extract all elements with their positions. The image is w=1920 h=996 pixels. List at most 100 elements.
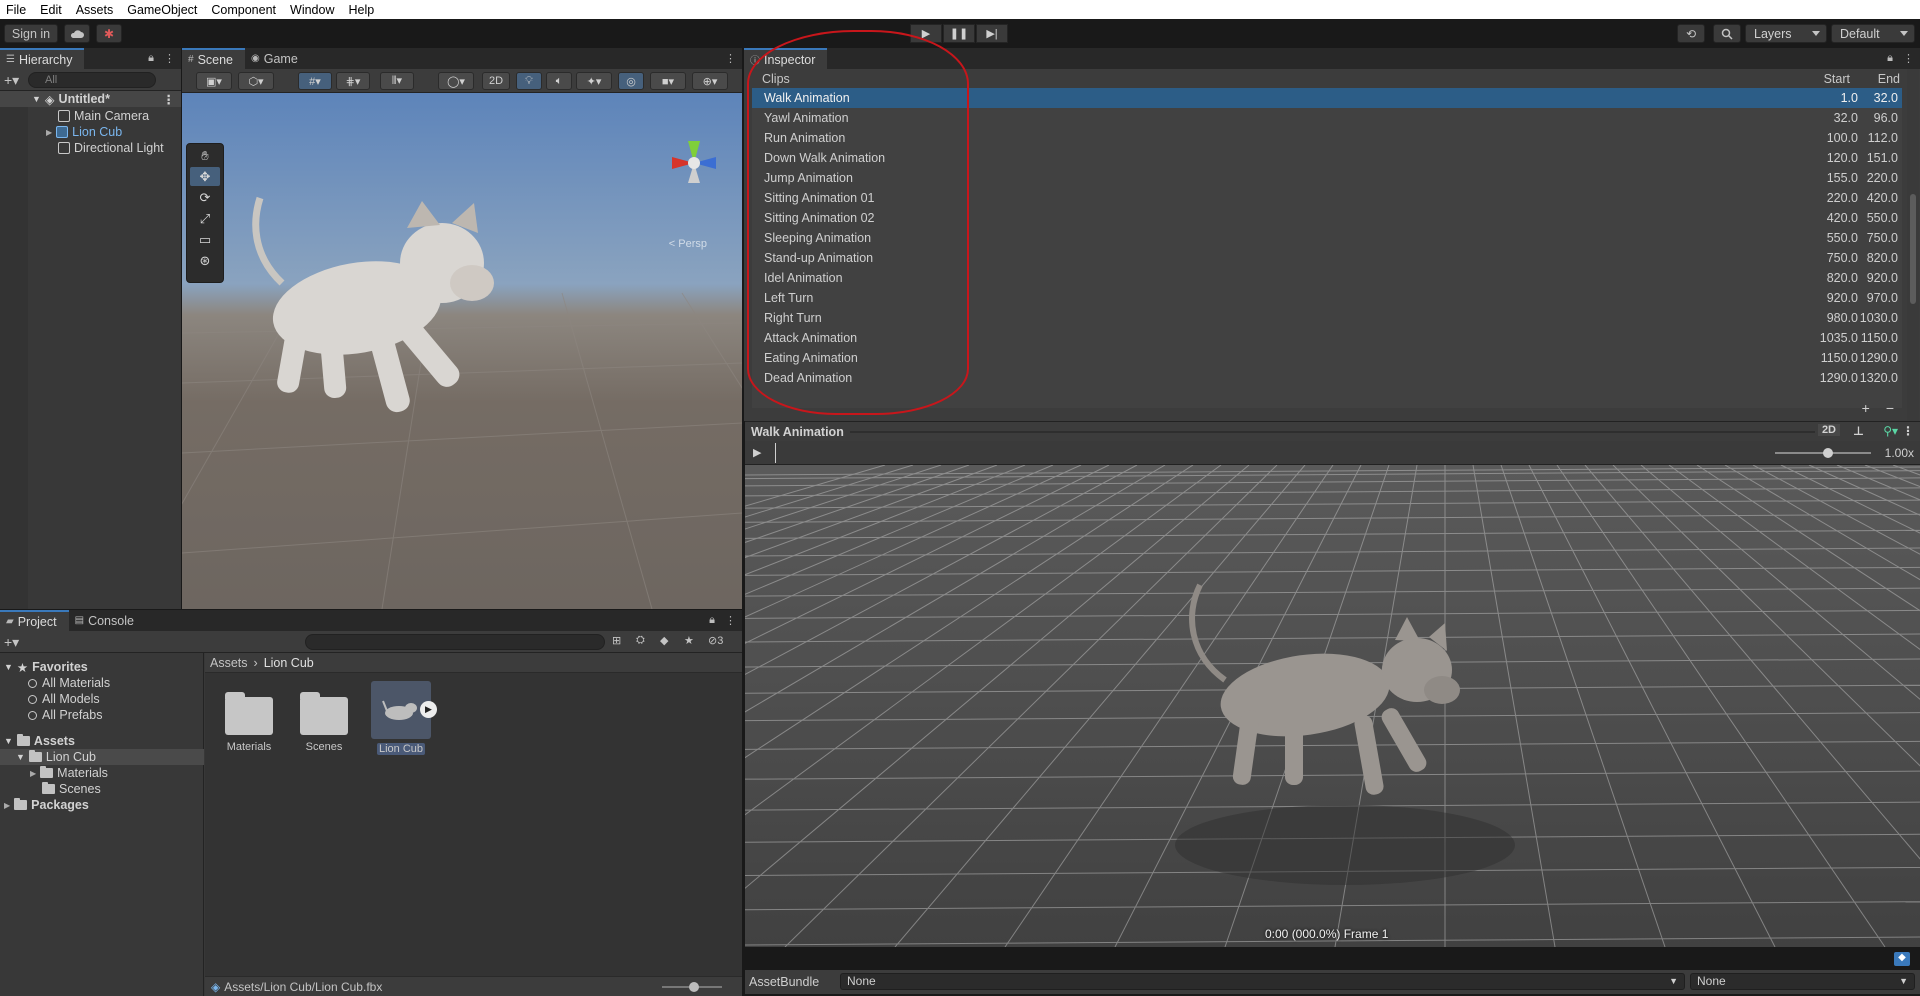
add-icon[interactable]: +▾ xyxy=(4,634,19,651)
label-icon[interactable]: ◆ xyxy=(660,634,668,647)
audio-toggle[interactable]: 🔈︎ xyxy=(546,72,572,90)
tab-hierarchy[interactable]: ☰ Hierarchy xyxy=(0,48,85,69)
scale-tool-icon[interactable]: ⤢ xyxy=(190,209,220,228)
packages-row[interactable]: ▶ Packages xyxy=(0,797,204,813)
cloud-button[interactable] xyxy=(64,24,90,43)
inspector-scrollbar[interactable] xyxy=(1907,69,1919,421)
asset-scenes-folder[interactable]: Scenes xyxy=(292,687,356,777)
assetbundle-name-dropdown[interactable]: None ▼ xyxy=(840,973,1685,990)
scrollbar-thumb[interactable] xyxy=(1910,194,1916,304)
snap-increment-button[interactable]: ⋕▾ xyxy=(336,72,370,90)
animation-preview-viewport[interactable]: 0:00 (000.0%) Frame 1 xyxy=(745,465,1920,947)
clip-row[interactable]: Sitting Animation 02 420.0 550.0 xyxy=(752,208,1902,228)
breadcrumb-lion-cub[interactable]: Lion Cub xyxy=(264,656,314,670)
transform-tool-icon[interactable]: ⊛ xyxy=(190,251,220,270)
rect-tool-icon[interactable]: ▭ xyxy=(190,230,220,249)
tab-project[interactable]: ▰ Project xyxy=(0,610,69,631)
lock-icon[interactable]: 🔒︎ xyxy=(709,614,715,627)
add-clip-button[interactable]: + xyxy=(1862,400,1870,416)
tab-game[interactable]: ◉ Game xyxy=(245,48,310,69)
menu-gameobject[interactable]: GameObject xyxy=(121,3,205,17)
orientation-gizmo[interactable] xyxy=(664,133,724,193)
assetbundle-variant-dropdown[interactable]: None ▼ xyxy=(1690,973,1915,990)
hidden-packages-toggle[interactable]: ⊘3 xyxy=(708,634,723,647)
tab-inspector[interactable]: ⓘ Inspector xyxy=(744,48,828,69)
align-button[interactable]: ⫴▾ xyxy=(380,72,414,90)
menu-file[interactable]: File xyxy=(0,3,34,17)
layers-dropdown[interactable]: Layers xyxy=(1745,24,1827,43)
breadcrumb-assets[interactable]: Assets xyxy=(210,656,248,670)
render-dropdown[interactable]: ⬡▾ xyxy=(238,72,274,90)
pivot-icon[interactable]: ⊥ xyxy=(1853,424,1864,438)
favorite-all-materials[interactable]: All Materials xyxy=(0,675,204,691)
search-button[interactable] xyxy=(1713,24,1741,43)
effects-dropdown[interactable]: ✦▾ xyxy=(576,72,612,90)
tab-console[interactable]: ▤ Console xyxy=(69,610,146,631)
slider-handle[interactable] xyxy=(689,982,699,992)
menu-component[interactable]: Component xyxy=(205,3,284,17)
folder-scenes[interactable]: Scenes xyxy=(0,781,204,797)
timeline-scrubber[interactable] xyxy=(775,443,776,463)
clip-row[interactable]: Down Walk Animation 120.0 151.0 xyxy=(752,148,1902,168)
clip-row[interactable]: Sitting Animation 01 220.0 420.0 xyxy=(752,188,1902,208)
assets-row[interactable]: ▼ Assets xyxy=(0,733,204,749)
clip-row[interactable]: Idel Animation 820.0 920.0 xyxy=(752,268,1902,288)
hierarchy-search-input[interactable]: All xyxy=(28,72,156,88)
filter-icon[interactable]: ⛭ xyxy=(636,634,645,647)
lock-icon[interactable]: 🔒︎ xyxy=(1887,52,1893,65)
hierarchy-item-lion-cub[interactable]: ▶ Lion Cub xyxy=(0,124,181,140)
hand-tool-icon[interactable]: ✋︎ xyxy=(190,146,220,165)
play-icon[interactable]: ▶ xyxy=(420,701,437,718)
search-by-type-icon[interactable]: ⊞ xyxy=(612,634,621,647)
thumbnail-size-slider[interactable] xyxy=(662,982,722,992)
menu-window[interactable]: Window xyxy=(284,3,342,17)
more-icon[interactable]: ⋮ xyxy=(163,92,176,107)
move-tool-icon[interactable]: ✥ xyxy=(190,167,220,186)
asset-materials-folder[interactable]: Materials xyxy=(217,687,281,777)
rotate-tool-icon[interactable]: ⟳ xyxy=(190,188,220,207)
star-icon[interactable]: ★ xyxy=(684,634,694,647)
more-icon[interactable]: ⋮ xyxy=(725,52,736,65)
clip-row[interactable]: Eating Animation 1150.0 1290.0 xyxy=(752,348,1902,368)
clip-row[interactable]: Sleeping Animation 550.0 750.0 xyxy=(752,228,1902,248)
menu-assets[interactable]: Assets xyxy=(70,3,122,17)
persp-label[interactable]: < Persp xyxy=(669,238,707,250)
scene-row[interactable]: ▼ ◈ Untitled* ⋮ xyxy=(0,91,181,107)
mode-2d-button[interactable]: 2D xyxy=(482,72,510,90)
step-button[interactable]: ▶| xyxy=(976,24,1008,43)
favorites-row[interactable]: ▼ ★ Favorites xyxy=(0,659,204,675)
clip-row[interactable]: Walk Animation 1.0 32.0 xyxy=(752,88,1902,108)
preview-drag-handle[interactable] xyxy=(850,431,1815,433)
history-button[interactable]: ⟲ xyxy=(1677,24,1705,43)
asset-label-icon[interactable]: ◆ xyxy=(1894,952,1910,966)
scene-viewport[interactable]: ✋︎ ✥ ⟳ ⤢ ▭ ⊛ < Persp xyxy=(182,93,742,609)
sign-in-button[interactable]: Sign in xyxy=(4,24,58,43)
preview-2d-button[interactable]: 2D xyxy=(1817,424,1840,436)
hierarchy-item-directional-light[interactable]: Directional Light xyxy=(0,140,181,156)
clip-row[interactable]: Left Turn 920.0 970.0 xyxy=(752,288,1902,308)
add-icon[interactable]: +▾ xyxy=(4,72,19,89)
more-icon[interactable]: ⋮ xyxy=(164,52,175,65)
more-icon[interactable]: ⋮ xyxy=(1903,52,1914,65)
more-icon[interactable]: ⋮ xyxy=(1902,424,1914,438)
camera-dropdown[interactable]: ■▾ xyxy=(650,72,686,90)
folder-lion-cub[interactable]: ▼ Lion Cub xyxy=(0,749,204,765)
clip-row[interactable]: Dead Animation 1290.0 1320.0 xyxy=(752,368,1902,388)
visibility-toggle[interactable]: ◎ xyxy=(618,72,644,90)
slider-handle[interactable] xyxy=(1823,448,1833,458)
project-search-input[interactable] xyxy=(305,634,605,650)
clip-row[interactable]: Stand-up Animation 750.0 820.0 xyxy=(752,248,1902,268)
preview-play-button[interactable]: ▶ xyxy=(753,446,761,459)
clip-row[interactable]: Attack Animation 1035.0 1150.0 xyxy=(752,328,1902,348)
playback-speed-slider[interactable] xyxy=(1775,448,1871,458)
more-icon[interactable]: ⋮ xyxy=(725,614,736,627)
grid-snap-button[interactable]: #▾ xyxy=(298,72,332,90)
collab-button[interactable]: ✱ xyxy=(96,24,122,43)
clip-row[interactable]: Run Animation 100.0 112.0 xyxy=(752,128,1902,148)
layout-dropdown[interactable]: Default xyxy=(1831,24,1915,43)
tab-scene[interactable]: # Scene xyxy=(182,48,246,69)
clip-row[interactable]: Jump Animation 155.0 220.0 xyxy=(752,168,1902,188)
favorite-all-prefabs[interactable]: All Prefabs xyxy=(0,707,204,723)
lock-icon[interactable]: 🔒︎ xyxy=(148,52,154,65)
clip-row[interactable]: Yawl Animation 32.0 96.0 xyxy=(752,108,1902,128)
